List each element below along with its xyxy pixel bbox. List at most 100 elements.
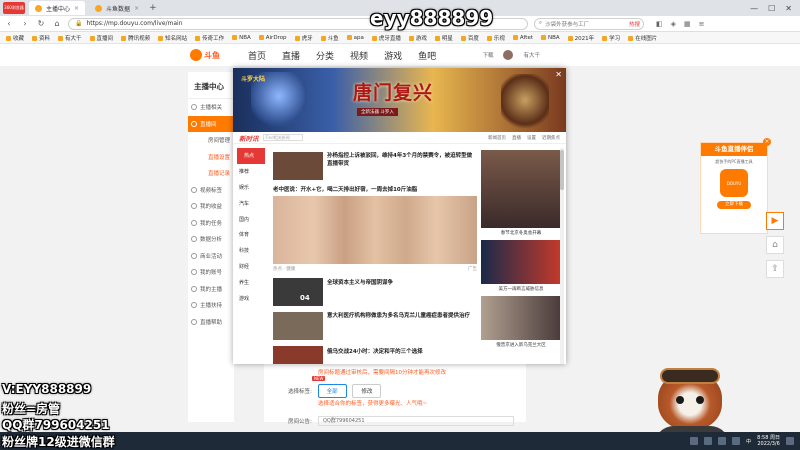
- tray-app-icon[interactable]: [704, 437, 713, 445]
- news-headline[interactable]: 俄乌交战24小时：决定和平的三个选择: [327, 348, 475, 356]
- news-caption[interactable]: 春节北京冬奥会开幕: [481, 230, 561, 236]
- news-thumbnail[interactable]: [273, 278, 323, 306]
- bookmark-item[interactable]: Aftet: [512, 34, 533, 41]
- tag-edit-button[interactable]: 修改: [352, 384, 382, 398]
- bookmark-item[interactable]: 百度: [460, 34, 479, 42]
- bookmark-item[interactable]: 有大千: [58, 34, 82, 42]
- shield-icon[interactable]: ◈: [671, 20, 676, 28]
- bookmark-item[interactable]: 知名网站: [158, 34, 187, 42]
- nav-home[interactable]: 首页: [248, 49, 266, 62]
- play-icon[interactable]: ▶: [766, 212, 784, 230]
- category-games[interactable]: 游戏: [233, 290, 269, 306]
- sidebar-item-data-analysis[interactable]: 数据分析: [188, 231, 234, 248]
- category-auto[interactable]: 汽车: [233, 195, 269, 211]
- close-window-icon[interactable]: ✕: [785, 4, 792, 13]
- bookmark-item[interactable]: NBA: [232, 34, 251, 41]
- bookmark-item[interactable]: 传奇工作: [195, 34, 224, 42]
- sidebar-item-help[interactable]: 直播帮助: [188, 314, 234, 331]
- bookmark-item[interactable]: 斗鱼: [320, 34, 339, 42]
- bookmark-item[interactable]: 资料: [32, 34, 50, 42]
- sidebar-item-room-manage[interactable]: 房间管理: [188, 132, 234, 149]
- back-to-top-icon[interactable]: ⇧: [766, 260, 784, 278]
- bookmark-item[interactable]: AirDrop: [258, 34, 287, 41]
- download-button[interactable]: 立即下载: [717, 201, 751, 209]
- news-search-input[interactable]: Find相关新闻: [262, 134, 303, 141]
- news-link[interactable]: 新闻首页: [488, 135, 506, 141]
- ime-indicator[interactable]: 中: [746, 438, 751, 445]
- bookmark-item[interactable]: 腾讯视频: [121, 34, 150, 42]
- bookmark-item[interactable]: 直播间: [89, 34, 113, 42]
- news-scrollbar-thumb[interactable]: [560, 150, 564, 190]
- apps-grid-icon[interactable]: ▦: [684, 20, 691, 28]
- volume-icon[interactable]: [732, 437, 741, 445]
- minimize-icon[interactable]: —: [750, 4, 758, 13]
- nav-category[interactable]: 分类: [316, 49, 334, 62]
- tab-douyu-data[interactable]: 斗鱼数据 ×: [89, 1, 145, 15]
- news-photo-strip[interactable]: [273, 196, 477, 264]
- announcement-input[interactable]: QQ群799604251: [318, 416, 514, 426]
- game-banner[interactable]: 斗罗大陆 唐门复兴 全新法器 斗罗入 ✕: [233, 68, 566, 132]
- category-recommend[interactable]: 推荐: [233, 164, 269, 180]
- category-health[interactable]: 养生: [233, 274, 269, 290]
- sidebar-item-business[interactable]: 商业活动: [188, 248, 234, 265]
- close-tab-icon[interactable]: ×: [74, 5, 79, 12]
- sidebar-item-anchor-related[interactable]: 主播相关: [188, 99, 234, 116]
- bookmark-item[interactable]: NBA: [541, 34, 560, 41]
- bookmark-item[interactable]: 虎牙直播: [371, 34, 401, 42]
- category-domestic[interactable]: 国内: [233, 211, 269, 227]
- close-icon[interactable]: ✕: [555, 70, 562, 79]
- tab-anchor-center[interactable]: 主播中心 ×: [29, 1, 86, 15]
- bookmark-item[interactable]: 游戏: [408, 34, 427, 42]
- nav-live[interactable]: 直播: [282, 49, 300, 62]
- sidebar-item-live-record[interactable]: 直播记录: [188, 165, 234, 182]
- maximize-icon[interactable]: ☐: [768, 4, 775, 13]
- username[interactable]: 有大千: [523, 51, 540, 59]
- network-icon[interactable]: [718, 437, 727, 445]
- news-caption[interactable]: 美方一再断言威胁信息: [481, 286, 561, 292]
- browser-search-input[interactable]: ⌕ 沙袋外获参与工厂 热搜: [534, 17, 644, 30]
- home-icon[interactable]: ⌂: [52, 19, 62, 28]
- bookmark-item[interactable]: 明星: [434, 34, 453, 42]
- news-thumbnail[interactable]: [481, 150, 561, 228]
- news-headline[interactable]: 老中医说：开水+它，喝二天排出好宿，一周去掉10斤油脂: [273, 186, 477, 194]
- bookmark-item[interactable]: apa: [346, 34, 364, 41]
- tag-all-button[interactable]: 全部: [317, 384, 347, 398]
- bookmark-item[interactable]: 2021年: [567, 34, 594, 42]
- sidebar-item-income[interactable]: 我的收益: [188, 198, 234, 215]
- news-headline[interactable]: 孙杨指控上诉被驳回，维持4年3个月的禁赛令，被迫转型做直播带货: [327, 152, 475, 168]
- sidebar-item-support[interactable]: 主播扶持: [188, 297, 234, 314]
- nav-yuba[interactable]: 鱼吧: [418, 49, 436, 62]
- douyu-logo[interactable]: 斗鱼: [190, 47, 230, 63]
- sidebar-item-tasks[interactable]: 我的任务: [188, 215, 234, 232]
- sidebar-item-my-anchor[interactable]: 我的主播: [188, 281, 234, 298]
- news-thumbnail[interactable]: [481, 240, 561, 284]
- news-caption[interactable]: 俄普京进入新乌克兰大区: [481, 342, 561, 348]
- extension-icon[interactable]: ◧: [656, 20, 663, 28]
- category-hot[interactable]: 热点: [237, 148, 265, 164]
- news-thumbnail[interactable]: [273, 152, 323, 180]
- news-headline[interactable]: 全球资本主义与帝国阴谋争: [327, 279, 475, 287]
- bookmark-item[interactable]: 在线图片: [628, 34, 657, 42]
- back-icon[interactable]: ‹: [4, 19, 14, 28]
- category-entertainment[interactable]: 娱乐: [233, 180, 269, 196]
- close-icon[interactable]: ×: [763, 138, 771, 146]
- sidebar-item-live-settings[interactable]: 直播设置: [188, 149, 234, 166]
- douyu-companion-ad[interactable]: 斗鱼直播伴侣 超快手的PC直播工具 DOUYU 立即下载: [700, 142, 768, 234]
- refresh-icon[interactable]: ↻: [36, 19, 46, 28]
- news-thumbnail[interactable]: [273, 312, 323, 340]
- bookmark-item[interactable]: 虎牙: [294, 34, 313, 42]
- news-thumbnail[interactable]: [481, 296, 561, 340]
- home-icon[interactable]: ⌂: [766, 236, 784, 254]
- sidebar-item-video-tags[interactable]: 视频标签: [188, 182, 234, 199]
- menu-icon[interactable]: ≡: [699, 20, 705, 28]
- sidebar-item-live-room[interactable]: 直播间: [188, 115, 234, 132]
- close-tab-icon[interactable]: ×: [134, 5, 139, 12]
- forward-icon[interactable]: ›: [20, 19, 30, 28]
- avatar[interactable]: [503, 50, 514, 60]
- clock[interactable]: 8:58 周日 2022/3/6: [757, 435, 780, 447]
- nav-game[interactable]: 游戏: [384, 49, 402, 62]
- news-thumbnail[interactable]: [273, 346, 323, 364]
- download-link[interactable]: 下载: [482, 51, 493, 59]
- bookmark-item[interactable]: 收藏: [6, 34, 24, 42]
- nav-video[interactable]: 视频: [350, 49, 368, 62]
